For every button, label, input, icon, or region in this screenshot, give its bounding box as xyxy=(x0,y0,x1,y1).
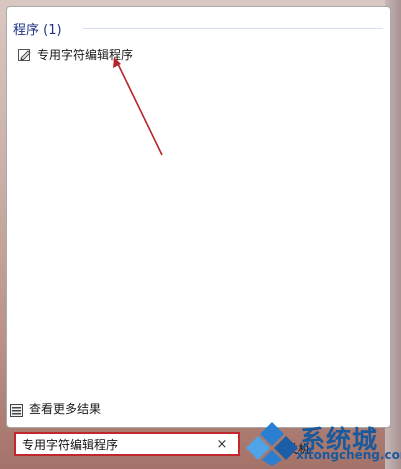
see-more-results-label: 查看更多结果 xyxy=(29,401,102,416)
watermark: 系统城 xitongcheng.com xyxy=(246,418,401,468)
result-item-label: 专用字符编辑程序 xyxy=(37,47,134,62)
group-header-programs: 程序 (1) xyxy=(13,23,62,38)
group-divider xyxy=(83,28,383,29)
search-results-panel: 程序 (1) xyxy=(6,6,391,428)
see-more-results-icon xyxy=(10,402,23,417)
start-search-box[interactable]: × xyxy=(14,432,240,456)
watermark-subtitle: xitongcheng.com xyxy=(296,448,401,462)
clear-search-icon[interactable]: × xyxy=(212,437,232,452)
search-input[interactable] xyxy=(16,435,212,453)
result-item-private-char-editor[interactable]: 专用字符编辑程序 xyxy=(18,45,208,63)
watermark-logo-icon xyxy=(246,422,298,466)
edit-program-icon xyxy=(18,47,32,61)
see-more-results-link[interactable]: 查看更多结果 xyxy=(10,400,102,417)
